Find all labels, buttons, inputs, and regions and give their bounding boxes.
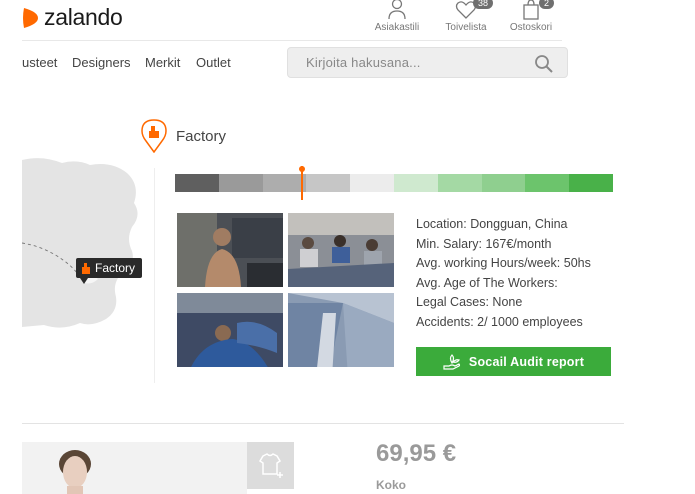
info-accidents: Accidents: 2/ 1000 employees bbox=[416, 314, 583, 329]
search-placeholder: Kirjoita hakusana... bbox=[306, 55, 421, 70]
scale-segment-4 bbox=[306, 174, 351, 192]
scale-segment-9 bbox=[525, 174, 570, 192]
account-button[interactable]: Asiakastili bbox=[362, 0, 432, 33]
scale-segment-5 bbox=[350, 174, 394, 192]
account-label: Asiakastili bbox=[374, 22, 420, 33]
nav-item-brands[interactable]: Merkit bbox=[145, 55, 180, 70]
map-factory-label: Factory bbox=[76, 258, 143, 284]
info-avg-age: Avg. Age of The Workers: bbox=[416, 275, 558, 290]
scale-segment-6 bbox=[393, 174, 438, 192]
rating-marker-dot bbox=[299, 166, 306, 172]
person-icon bbox=[388, 0, 406, 20]
info-min-salary: Min. Salary: 167€/month bbox=[416, 236, 552, 251]
header-divider bbox=[22, 40, 562, 41]
info-legal-cases: Legal Cases: None bbox=[416, 295, 523, 309]
denim-pile-image bbox=[288, 293, 394, 367]
scale-segment-8 bbox=[481, 174, 526, 192]
factory-photo-3[interactable] bbox=[177, 293, 283, 367]
factory-photo-4[interactable] bbox=[288, 293, 394, 367]
rating-scale bbox=[175, 174, 613, 192]
search-input[interactable]: Kirjoita hakusana... bbox=[287, 47, 568, 78]
logo-text: zalando bbox=[44, 4, 123, 30]
virtual-fitting-button[interactable] bbox=[247, 442, 294, 489]
shirt-plus-icon bbox=[258, 453, 283, 478]
map-label-text: Factory bbox=[95, 261, 136, 275]
nav-item-outlet[interactable]: Outlet bbox=[196, 55, 231, 70]
factory-title: Factory bbox=[176, 128, 227, 145]
scale-segment-10 bbox=[569, 174, 613, 192]
nav-item-designers[interactable]: Designers bbox=[72, 55, 131, 70]
zalando-logo[interactable]: zalando bbox=[22, 4, 123, 31]
model-photo-image bbox=[22, 442, 247, 494]
factory-info: Location: Dongguan, China Min. Salary: 1… bbox=[416, 215, 591, 332]
factory-photo-1[interactable] bbox=[177, 213, 283, 287]
audit-button-label: Socail Audit report bbox=[468, 354, 585, 369]
search-icon[interactable] bbox=[534, 54, 554, 74]
map-label-pointer bbox=[80, 278, 88, 284]
scale-segment-1 bbox=[175, 174, 219, 192]
product-image[interactable] bbox=[22, 442, 247, 494]
wishlist-button[interactable]: 38 Toivelista bbox=[431, 0, 501, 33]
cart-button[interactable]: 2 Ostoskori bbox=[496, 0, 566, 33]
scale-segment-7 bbox=[437, 174, 482, 192]
section-divider bbox=[154, 168, 155, 383]
content-divider bbox=[22, 423, 624, 424]
info-location: Location: Dongguan, China bbox=[416, 217, 568, 231]
scale-segment-2 bbox=[218, 174, 263, 192]
hand-leaf-icon bbox=[443, 353, 461, 370]
zalando-logo-icon bbox=[23, 7, 38, 28]
sleeping-worker-image bbox=[177, 293, 283, 367]
wishlist-label: Toivelista bbox=[445, 22, 487, 33]
worker-photo-image bbox=[177, 213, 283, 287]
sewing-line-image bbox=[288, 213, 394, 287]
rating-marker bbox=[299, 166, 306, 200]
factory-photo-2[interactable] bbox=[288, 213, 394, 287]
product-price: 69,95 € bbox=[376, 440, 457, 467]
info-working-hours: Avg. working Hours/week: 50hs bbox=[416, 256, 591, 270]
world-map[interactable] bbox=[22, 155, 148, 340]
factory-icon bbox=[82, 263, 90, 274]
cart-label: Ostoskori bbox=[509, 22, 553, 33]
social-audit-report-button[interactable]: Socail Audit report bbox=[416, 347, 611, 376]
cart-count-badge: 2 bbox=[539, 0, 555, 9]
size-label: Koko bbox=[376, 478, 406, 492]
wishlist-count-badge: 38 bbox=[473, 0, 494, 9]
nav-item-clothing[interactable]: usteet bbox=[22, 55, 57, 70]
scale-segment-3 bbox=[262, 174, 307, 192]
factory-pin-icon bbox=[141, 119, 167, 153]
